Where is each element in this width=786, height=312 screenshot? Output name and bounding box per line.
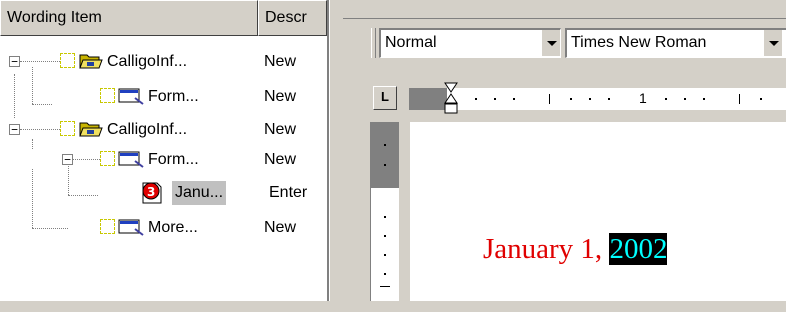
- style-select-value: Normal: [385, 34, 437, 51]
- tree-node-label[interactable]: Janu...: [172, 181, 227, 205]
- tree-connector: [32, 139, 33, 149]
- font-select-value: Times New Roman: [571, 34, 707, 51]
- tree-connector: [32, 228, 68, 229]
- ruler-tick: [570, 98, 572, 100]
- tree-node-description: New: [264, 151, 297, 168]
- tree-node-description: New: [264, 53, 297, 70]
- ruler-tick: [760, 98, 762, 100]
- indent-marker-icon[interactable]: [443, 82, 459, 116]
- field-document-icon: 3: [142, 182, 162, 204]
- document-page[interactable]: January 1, 2002: [410, 122, 786, 301]
- toolbar-grip[interactable]: [371, 28, 376, 58]
- ruler-tick: [684, 98, 686, 100]
- vertical-ruler[interactable]: [370, 122, 399, 301]
- chevron-down-icon[interactable]: [541, 30, 560, 56]
- document-text[interactable]: January 1, 2002: [454, 186, 668, 265]
- open-folder-icon: [79, 54, 103, 69]
- collapse-toggle[interactable]: −: [62, 154, 73, 165]
- tree-header: Wording Item Descr: [0, 0, 327, 36]
- chevron-down-icon[interactable]: [763, 30, 782, 56]
- row-checkbox[interactable]: [60, 121, 75, 136]
- formatting-toolbar: Normal Times New Roman: [343, 20, 786, 70]
- svg-text:3: 3: [147, 185, 155, 199]
- tree-node-label[interactable]: Form...: [145, 148, 202, 172]
- tree-connector: [68, 166, 69, 195]
- open-folder-icon: [79, 122, 103, 137]
- ruler-tick: [384, 144, 386, 146]
- tree-node-description: New: [264, 219, 297, 236]
- ruler-tick: [475, 98, 477, 100]
- ruler-margin: [371, 122, 399, 188]
- row-checkbox[interactable]: [100, 151, 115, 166]
- tree-node-label[interactable]: More...: [145, 216, 201, 240]
- ruler-tick: [384, 164, 386, 166]
- ruler-tick: [549, 94, 550, 104]
- ruler-tick: [589, 98, 591, 100]
- form-icon: [118, 219, 144, 236]
- document-text-plain[interactable]: January 1,: [483, 233, 609, 265]
- tree-connector: [32, 104, 52, 105]
- form-icon: [118, 151, 144, 168]
- ruler-tick: [380, 286, 390, 287]
- collapse-toggle[interactable]: −: [9, 56, 20, 67]
- ruler-tick: [739, 94, 740, 104]
- horizontal-ruler[interactable]: 1: [409, 82, 786, 114]
- ruler-tick: [513, 98, 515, 100]
- tree-connector: [68, 195, 98, 196]
- column-header-description[interactable]: Descr: [258, 0, 327, 36]
- ruler-tick: [384, 254, 386, 256]
- column-header-wording-item[interactable]: Wording Item: [0, 0, 258, 36]
- row-checkbox[interactable]: [60, 53, 75, 68]
- document-text-selected[interactable]: 2002: [609, 233, 668, 265]
- tree-node-description: New: [264, 88, 297, 105]
- ruler-tick: [703, 98, 705, 100]
- style-select[interactable]: Normal: [379, 28, 561, 58]
- tree-node-description: Enter: [269, 184, 308, 201]
- ruler-tick: [384, 273, 386, 275]
- wording-tree-pane: Wording Item Descr − CalligoInf... New F…: [0, 0, 329, 301]
- tab-stop-selector[interactable]: L: [373, 86, 397, 110]
- ruler-tick: [384, 216, 386, 218]
- ruler-margin: [409, 88, 447, 110]
- tree-connector: [20, 129, 60, 130]
- tree-connector: [32, 67, 33, 104]
- tree-connector: [73, 159, 100, 160]
- ruler-tick: [608, 98, 610, 100]
- font-select[interactable]: Times New Roman: [565, 28, 786, 58]
- tree-connector: [20, 61, 60, 62]
- ruler-tick: [665, 98, 667, 100]
- pane-splitter[interactable]: [329, 0, 344, 301]
- standard-toolbar: [343, 0, 786, 19]
- row-checkbox[interactable]: [100, 88, 115, 103]
- tree-connector: [32, 169, 33, 228]
- ruler-bar: L 1: [343, 72, 786, 120]
- tree-node-label[interactable]: Form...: [145, 85, 202, 109]
- collapse-toggle[interactable]: −: [9, 124, 20, 135]
- ruler-number: 1: [639, 90, 647, 106]
- form-icon: [118, 88, 144, 105]
- ruler-tick: [494, 98, 496, 100]
- row-checkbox[interactable]: [100, 219, 115, 234]
- ruler-tick: [384, 235, 386, 237]
- tree-node-description: New: [264, 121, 297, 138]
- tree-node-label[interactable]: CalligoInf...: [104, 50, 190, 74]
- tree-node-label[interactable]: CalligoInf...: [104, 118, 190, 142]
- tree-connector: [14, 74, 15, 118]
